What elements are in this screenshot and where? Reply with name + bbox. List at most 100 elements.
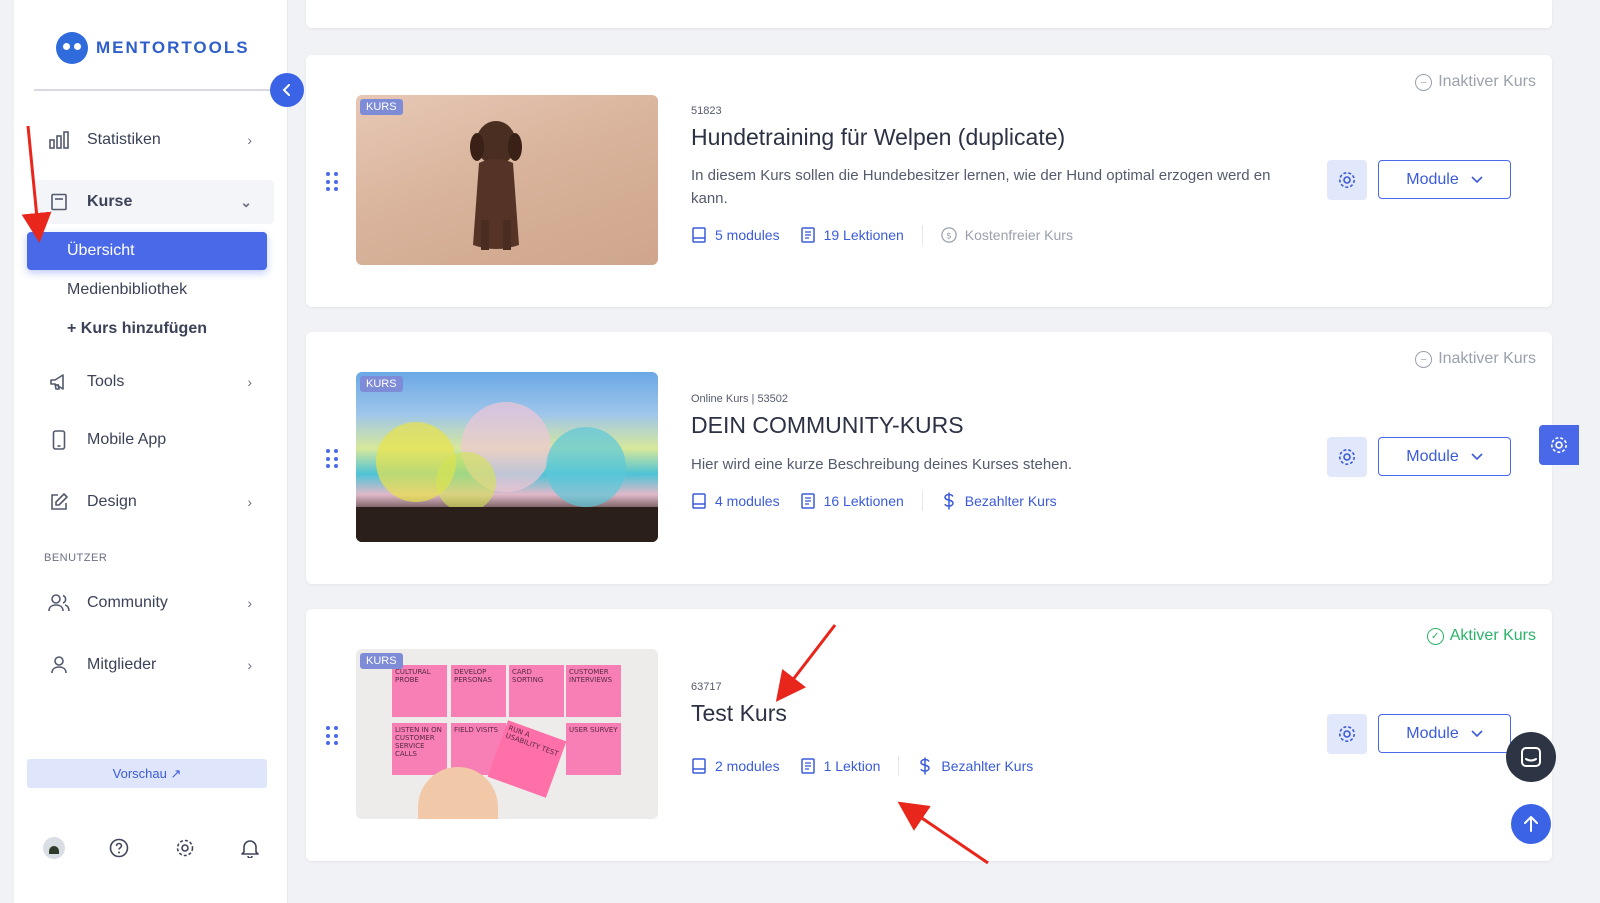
course-card: KURS CULTURAL PROBE DEVELOP PERSONAS CAR… bbox=[306, 609, 1552, 861]
course-status: – Inaktiver Kurs bbox=[1415, 350, 1536, 368]
logo-divider bbox=[34, 89, 274, 91]
sidebar-item-label: Tools bbox=[87, 373, 125, 390]
course-thumbnail[interactable]: KURS CULTURAL PROBE DEVELOP PERSONAS CAR… bbox=[356, 649, 658, 819]
avatar[interactable] bbox=[42, 836, 66, 860]
lessons-count[interactable]: 19 Lektionen bbox=[800, 227, 904, 243]
sidebar-item-kurse[interactable]: Kurse ⌄ bbox=[34, 180, 274, 224]
course-settings-button[interactable] bbox=[1327, 437, 1367, 477]
sidebar-item-tools[interactable]: Tools › bbox=[34, 360, 274, 404]
coin-icon: $ bbox=[941, 227, 957, 243]
drag-handle-icon[interactable] bbox=[326, 726, 338, 746]
sidebar-subitem-add-course[interactable]: + Kurs hinzufügen bbox=[27, 310, 267, 348]
sidebar-item-label: Community bbox=[87, 594, 168, 611]
chevron-right-icon: › bbox=[247, 494, 252, 510]
drag-handle-icon[interactable] bbox=[326, 172, 338, 192]
chat-button[interactable] bbox=[1506, 732, 1556, 782]
course-type-badge: KURS bbox=[360, 653, 403, 669]
lessons-count[interactable]: 1 Lektion bbox=[800, 758, 880, 774]
pricing-info: Bezahlter Kurs bbox=[917, 757, 1034, 775]
sidebar-item-label: Mobile App bbox=[87, 431, 167, 448]
svg-text:$: $ bbox=[946, 232, 952, 242]
divider bbox=[921, 491, 923, 511]
logo[interactable]: MENTORTOOLS bbox=[56, 32, 250, 64]
sidebar-item-design[interactable]: Design › bbox=[34, 480, 274, 524]
collapse-sidebar-button[interactable] bbox=[270, 73, 304, 107]
logo-text: MENTORTOOLS bbox=[96, 38, 250, 57]
sidebar-item-mobile-app[interactable]: Mobile App bbox=[34, 418, 274, 462]
course-type-badge: KURS bbox=[360, 376, 403, 392]
preview-button[interactable]: Vorschau ↗ bbox=[27, 759, 267, 788]
course-title[interactable]: Hundetraining für Welpen (duplicate) bbox=[691, 124, 1065, 151]
course-description: Hier wird eine kurze Beschreibung deines… bbox=[691, 456, 1073, 473]
course-stats: 4 modules 16 Lektionen Bezahlter Kurs bbox=[691, 491, 1057, 511]
course-thumbnail[interactable]: KURS bbox=[356, 95, 658, 265]
document-icon bbox=[800, 227, 816, 243]
lessons-count[interactable]: 16 Lektionen bbox=[800, 493, 904, 509]
course-settings-button[interactable] bbox=[1327, 160, 1367, 200]
course-stats: 2 modules 1 Lektion Bezahlter Kurs bbox=[691, 756, 1033, 776]
pricing-label: Kostenfreier Kurs bbox=[964, 227, 1073, 243]
course-title[interactable]: DEIN COMMUNITY-KURS bbox=[691, 412, 964, 439]
course-status-label: Inaktiver Kurs bbox=[1438, 73, 1536, 90]
course-thumbnail[interactable]: KURS bbox=[356, 372, 658, 542]
divider bbox=[921, 225, 923, 245]
pricing-info: $ Kostenfreier Kurs bbox=[941, 227, 1073, 243]
chevron-right-icon: › bbox=[247, 374, 252, 390]
course-stats: 5 modules 19 Lektionen $ Kostenfreier Ku… bbox=[691, 225, 1073, 245]
help-icon[interactable] bbox=[107, 836, 131, 860]
sidebar-footer bbox=[42, 836, 262, 860]
modules-label: 2 modules bbox=[715, 758, 780, 774]
chevron-down-icon: ⌄ bbox=[240, 193, 252, 210]
section-label-benutzer: BENUTZER bbox=[44, 552, 108, 564]
lessons-label: 19 Lektionen bbox=[823, 227, 904, 243]
sidebar-item-mitglieder[interactable]: Mitglieder › bbox=[34, 643, 274, 687]
gear-icon bbox=[1339, 726, 1355, 742]
book-icon bbox=[47, 193, 71, 211]
sticky-note: CUSTOMER INTERVIEWS bbox=[566, 665, 621, 717]
scroll-to-top-button[interactable] bbox=[1511, 804, 1551, 844]
course-card: KURS – Inaktiver Kurs Online Kurs | 5350… bbox=[306, 332, 1552, 584]
course-settings-button[interactable] bbox=[1327, 714, 1367, 754]
settings-icon[interactable] bbox=[173, 836, 197, 860]
module-dropdown-button[interactable]: Module bbox=[1378, 714, 1511, 753]
previous-course-card bbox=[306, 0, 1552, 28]
drag-handle-icon[interactable] bbox=[326, 449, 338, 469]
sticky-note: DEVELOP PERSONAS bbox=[451, 665, 506, 717]
module-button-label: Module bbox=[1406, 447, 1459, 465]
course-meta: 63717 bbox=[691, 681, 722, 693]
chevron-down-icon bbox=[1471, 171, 1483, 189]
bell-icon[interactable] bbox=[238, 836, 262, 860]
megaphone-icon bbox=[47, 373, 71, 391]
chevron-down-icon bbox=[1471, 725, 1483, 743]
course-title[interactable]: Test Kurs bbox=[691, 700, 787, 727]
module-button-label: Module bbox=[1406, 170, 1459, 188]
modules-label: 5 modules bbox=[715, 227, 780, 243]
divider bbox=[898, 756, 900, 776]
module-dropdown-button[interactable]: Module bbox=[1378, 437, 1511, 476]
users-icon bbox=[47, 594, 71, 612]
sidebar-subitem-uebersicht[interactable]: Übersicht bbox=[27, 232, 267, 270]
sticky-note: USER SURVEY bbox=[566, 723, 621, 775]
document-icon bbox=[800, 758, 816, 774]
pricing-label: Bezahlter Kurs bbox=[941, 758, 1034, 774]
module-dropdown-button[interactable]: Module bbox=[1378, 160, 1511, 199]
sidebar: MENTORTOOLS Statistiken › Kurse ⌄ Übersi… bbox=[14, 0, 288, 903]
chat-icon bbox=[1521, 747, 1541, 767]
modules-count[interactable]: 2 modules bbox=[691, 758, 780, 774]
sidebar-item-community[interactable]: Community › bbox=[34, 581, 274, 625]
lessons-label: 16 Lektionen bbox=[823, 493, 904, 509]
dollar-icon bbox=[917, 757, 933, 775]
pricing-label: Bezahlter Kurs bbox=[964, 493, 1057, 509]
sidebar-item-statistiken[interactable]: Statistiken › bbox=[34, 118, 274, 162]
floating-settings-button[interactable] bbox=[1539, 425, 1579, 465]
book-icon bbox=[691, 493, 707, 509]
sidebar-item-label: Kurse bbox=[87, 193, 133, 210]
sidebar-subitem-medienbibliothek[interactable]: Medienbibliothek bbox=[27, 271, 267, 309]
modules-label: 4 modules bbox=[715, 493, 780, 509]
edit-icon bbox=[47, 492, 71, 512]
course-status-label: Aktiver Kurs bbox=[1449, 627, 1536, 644]
chevron-right-icon: › bbox=[247, 132, 252, 148]
course-status-label: Inaktiver Kurs bbox=[1438, 350, 1536, 367]
modules-count[interactable]: 5 modules bbox=[691, 227, 780, 243]
modules-count[interactable]: 4 modules bbox=[691, 493, 780, 509]
